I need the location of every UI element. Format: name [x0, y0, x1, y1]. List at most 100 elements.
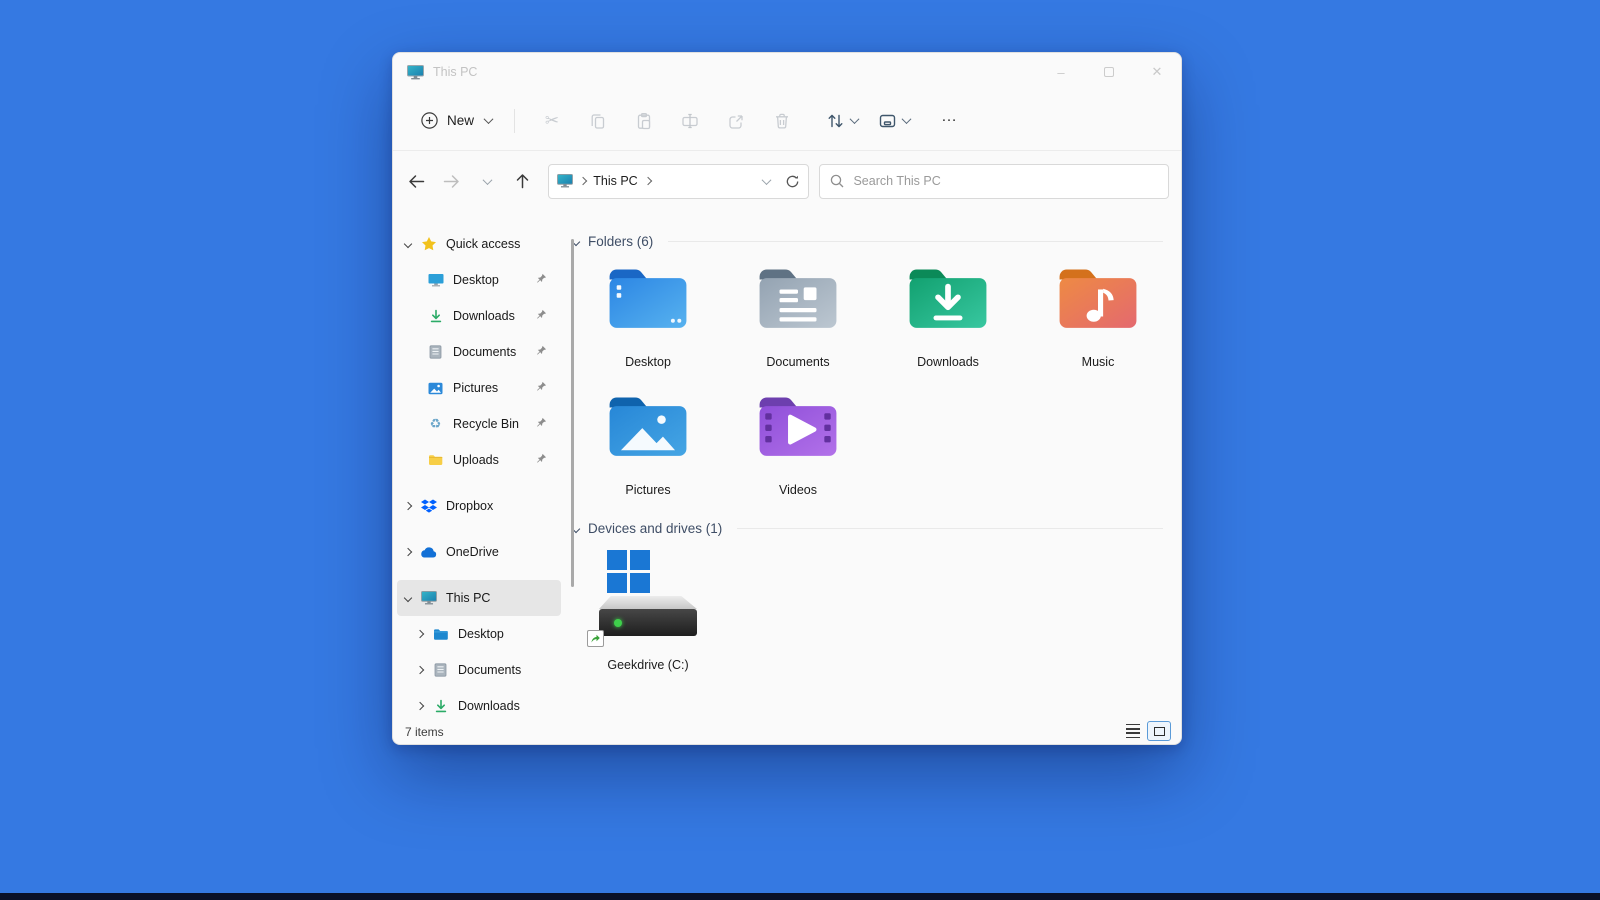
section-divider [737, 528, 1163, 529]
search-input[interactable] [853, 174, 1158, 188]
sidebar-item-pc-documents[interactable]: Documents [397, 652, 561, 688]
drive-front-face [599, 609, 697, 636]
delete-button[interactable] [759, 104, 805, 138]
maximize-button[interactable] [1085, 53, 1133, 91]
sidebar-item-recycle-bin[interactable]: ♻ Recycle Bin [397, 406, 561, 442]
desktop-folder-icon [601, 261, 695, 335]
title-bar[interactable]: This PC – ✕ [393, 53, 1181, 91]
sidebar-item-pictures[interactable]: Pictures [397, 370, 561, 406]
recent-locations-button[interactable] [470, 164, 505, 198]
address-dropdown-icon[interactable] [762, 175, 772, 185]
chevron-right-icon[interactable] [416, 666, 424, 674]
chevron-down-icon [484, 114, 494, 124]
hard-drive-icon [593, 550, 703, 642]
dropbox-icon [420, 498, 437, 514]
folder-tile-documents[interactable]: Documents [723, 261, 873, 369]
window-title: This PC [433, 65, 477, 79]
sidebar-item-downloads[interactable]: Downloads [397, 298, 561, 334]
sidebar-item-pc-desktop[interactable]: Desktop [397, 616, 561, 652]
sort-button[interactable] [819, 104, 865, 138]
large-icons-view-icon [1154, 727, 1165, 736]
see-more-button[interactable]: … [927, 104, 973, 138]
onedrive-cloud-icon [420, 544, 437, 560]
chevron-right-icon[interactable] [404, 502, 412, 510]
chevron-down-icon[interactable] [404, 594, 412, 602]
sidebar-item-desktop[interactable]: Desktop [397, 262, 561, 298]
pin-icon [536, 345, 547, 359]
section-header-folders[interactable]: Folders (6) [573, 234, 1181, 249]
address-bar[interactable]: This PC [548, 164, 809, 199]
sidebar-scrollbar[interactable] [571, 239, 574, 587]
drive-top-face [599, 596, 697, 609]
refresh-icon[interactable] [785, 174, 800, 189]
pin-icon [536, 309, 547, 323]
picture-icon [427, 380, 444, 396]
folder-tile-pictures[interactable]: Pictures [573, 389, 723, 497]
forward-button[interactable] [434, 164, 469, 198]
videos-folder-icon [751, 389, 845, 463]
this-pc-monitor-icon [420, 590, 437, 606]
file-explorer-window: This PC – ✕ New ✂ [392, 52, 1182, 745]
drive-tile-geekdrive-c[interactable]: Geekdrive (C:) [573, 550, 723, 672]
chevron-right-icon[interactable] [416, 702, 424, 710]
paste-button[interactable] [621, 104, 667, 138]
documents-folder-icon [751, 261, 845, 335]
pictures-folder-icon [601, 389, 695, 463]
minimize-button[interactable]: – [1037, 53, 1085, 91]
chevron-right-icon[interactable] [416, 630, 424, 638]
search-box[interactable] [819, 164, 1169, 199]
trash-icon [773, 112, 791, 130]
sidebar-item-documents[interactable]: Documents [397, 334, 561, 370]
music-folder-icon [1051, 261, 1145, 335]
scissors-icon: ✂ [545, 112, 559, 129]
sidebar-item-this-pc[interactable]: This PC [397, 580, 561, 616]
share-button[interactable] [713, 104, 759, 138]
windows-logo-icon [607, 550, 651, 594]
cut-button[interactable]: ✂ [529, 104, 575, 138]
chevron-right-icon[interactable] [404, 548, 412, 556]
view-icon [878, 112, 897, 130]
section-divider [668, 241, 1163, 242]
item-count-label: 7 items [405, 725, 444, 739]
folder-tile-downloads[interactable]: Downloads [873, 261, 1023, 369]
maximize-icon [1104, 67, 1114, 77]
back-button[interactable] [399, 164, 434, 198]
rename-button[interactable] [667, 104, 713, 138]
sort-icon [826, 112, 845, 130]
up-button[interactable] [505, 164, 540, 198]
folder-icon [427, 452, 444, 468]
download-icon [427, 308, 444, 324]
new-button[interactable]: New [411, 105, 502, 136]
breadcrumb-this-pc[interactable]: This PC [593, 174, 637, 188]
sidebar-item-quick-access[interactable]: Quick access [397, 226, 561, 262]
section-header-devices[interactable]: Devices and drives (1) [573, 521, 1181, 536]
status-bar: 7 items [393, 720, 1181, 744]
folder-tile-videos[interactable]: Videos [723, 389, 873, 497]
command-bar: New ✂ [393, 91, 1181, 151]
folder-tile-desktop[interactable]: Desktop [573, 261, 723, 369]
copy-icon [589, 112, 607, 130]
copy-button[interactable] [575, 104, 621, 138]
plus-circle-icon [421, 112, 438, 129]
folder-tile-music[interactable]: Music [1023, 261, 1173, 369]
sidebar-item-dropbox[interactable]: Dropbox [397, 488, 561, 524]
view-button[interactable] [871, 104, 917, 138]
sidebar-item-pc-downloads[interactable]: Downloads [397, 688, 561, 720]
this-pc-monitor-icon [407, 65, 424, 80]
chevron-down-icon[interactable] [404, 240, 412, 248]
share-icon [727, 112, 745, 130]
clipboard-icon [635, 112, 653, 130]
breadcrumb-separator-icon [579, 177, 587, 185]
pin-icon [536, 381, 547, 395]
sidebar-item-uploads[interactable]: Uploads [397, 442, 561, 478]
close-button[interactable]: ✕ [1133, 53, 1181, 91]
chevron-down-icon [482, 175, 492, 185]
large-icons-view-button[interactable] [1147, 721, 1171, 741]
sidebar-item-onedrive[interactable]: OneDrive [397, 534, 561, 570]
navigation-bar: This PC [393, 152, 1181, 210]
document-icon [432, 662, 449, 678]
details-view-button[interactable] [1126, 724, 1140, 739]
drive-led-indicator [614, 619, 622, 627]
items-view: Folders (6) Desktop [565, 210, 1181, 720]
screen-bottom-edge [0, 893, 1600, 900]
